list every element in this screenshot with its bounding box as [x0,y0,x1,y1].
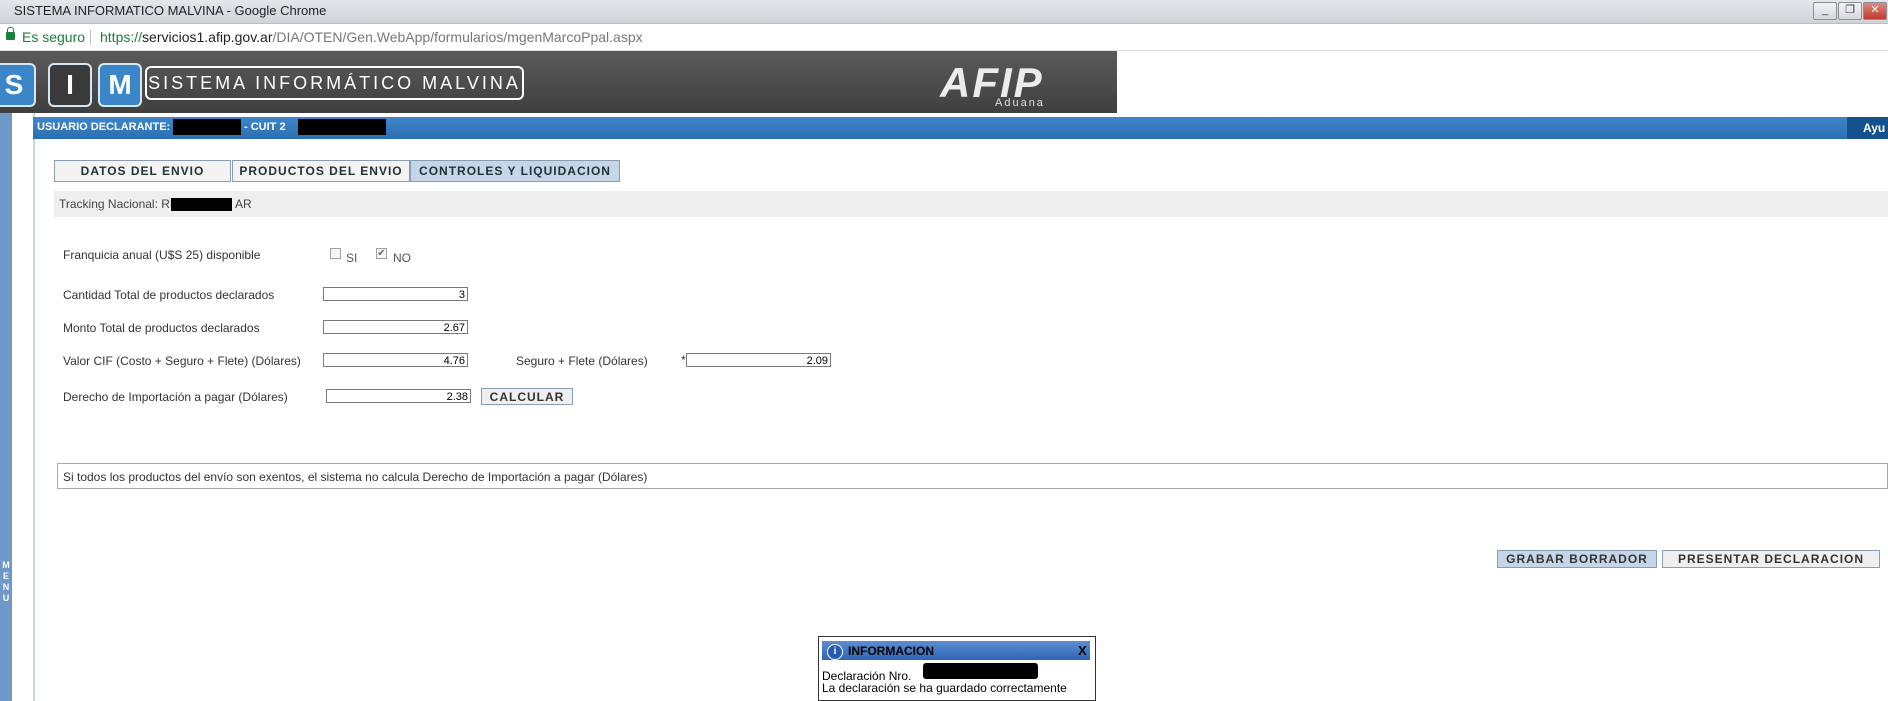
exento-note: Si todos los productos del envío son exe… [57,463,1888,489]
user-bar: USUARIO DECLARANTE: 20 - CUIT 2 [33,117,1888,139]
sim-title: SISTEMA INFORMÁTICO MALVINA [145,66,524,100]
window-title: SISTEMA INFORMATICO MALVINA - Google Chr… [14,3,327,18]
presentar-declaracion-button[interactable]: PRESENTAR DECLARACION [1662,550,1880,568]
tracking-prefix: Tracking Nacional: RD [59,197,179,211]
monto-label: Monto Total de productos declarados [63,321,260,335]
sim-letter-s: S [0,63,36,107]
grabar-borrador-button[interactable]: GRABAR BORRADOR [1497,550,1657,568]
aduana-logo-text: Aduana [995,97,1045,109]
tracking-suffix: AR [235,197,252,211]
redacted-user-id [173,119,241,135]
info-popup: i INFORMACION X Declaración Nro. La decl… [818,636,1096,701]
afip-logo: AFIP Aduana [940,57,1090,109]
popup-close-button[interactable]: X [1078,643,1087,658]
cif-label: Valor CIF (Costo + Seguro + Flete) (Dóla… [63,354,301,368]
sim-letter-i: I [48,63,92,107]
popup-header: i INFORMACION X [822,641,1090,660]
sim-letter-m: M [98,63,142,107]
url-prefix: https:// [100,29,143,45]
url-host: servicios1.afip.gov.ar [142,29,273,45]
cantidad-field[interactable]: 3 [323,287,468,301]
exento-note-text: Si todos los productos del envío son exe… [63,470,648,484]
tracking-row: Tracking Nacional: RD AR [54,191,1888,217]
redacted-tracking-number [171,198,232,211]
derecho-label: Derecho de Importación a pagar (Dólares) [63,390,288,404]
calcular-button[interactable]: CALCULAR [481,388,573,405]
si-label: SI [346,251,358,265]
derecho-field[interactable]: 2.38 [326,389,471,403]
required-marker: * [681,353,686,367]
si-checkbox[interactable] [330,248,341,259]
help-button[interactable]: Ayu [1847,117,1888,139]
info-icon: i [827,644,843,660]
seguro-flete-field[interactable]: 2.09 [686,353,831,367]
window-titlebar: SISTEMA INFORMATICO MALVINA - Google Chr… [0,0,1888,24]
sidebar-gutter [12,113,35,701]
lock-icon [6,27,15,40]
menu-label[interactable]: M E N U [1,560,11,604]
menu-sidebar-strip[interactable] [0,113,12,701]
no-checkbox[interactable]: ✔ [376,248,387,259]
user-declarante-label: USUARIO DECLARANTE: 20 [37,121,186,133]
address-bar[interactable]: Es seguro https://servicios1.afip.gov.ar… [0,24,1888,51]
monto-field[interactable]: 2.67 [323,320,468,334]
cuit-label: - CUIT 2 [244,121,286,133]
tab-datos-del-envio[interactable]: DATOS DEL ENVIO [54,160,231,182]
popup-title: INFORMACION [848,644,934,658]
redacted-declaracion-number [923,663,1038,679]
restore-button[interactable]: ❐ [1838,2,1862,20]
cif-field[interactable]: 4.76 [323,353,468,367]
popup-saved-message: La declaración se ha guardado correctame… [822,681,1067,695]
redacted-cuit [298,119,386,135]
url-text[interactable]: https://servicios1.afip.gov.ar/DIA/OTEN/… [100,29,643,45]
tab-controles-y-liquidacion[interactable]: CONTROLES Y LIQUIDACION [410,160,620,182]
secure-label: Es seguro [22,29,86,45]
minimize-button[interactable]: _ [1813,2,1837,20]
no-label: NO [393,251,411,265]
tab-productos-del-envio[interactable]: PRODUCTOS DEL ENVIO [232,160,410,182]
close-window-button[interactable]: ✕ [1863,2,1887,20]
seguro-flete-label: Seguro + Flete (Dólares) [516,354,648,368]
franquicia-label: Franquicia anual (U$S 25) disponible [63,248,261,262]
url-path: /DIA/OTEN/Gen.WebApp/formularios/mgenMar… [272,29,643,45]
cantidad-label: Cantidad Total de productos declarados [63,288,275,302]
address-separator [90,30,91,45]
